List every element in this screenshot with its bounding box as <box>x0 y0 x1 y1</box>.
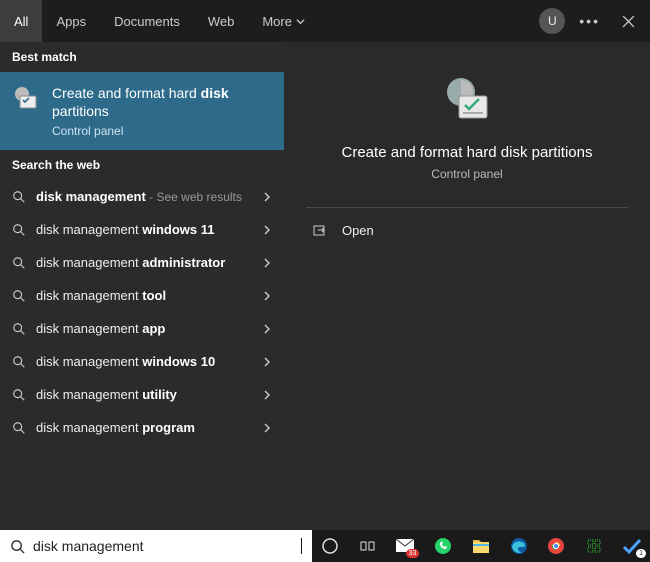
chevron-right-icon <box>262 225 272 235</box>
chrome-icon[interactable] <box>547 536 567 556</box>
chevron-down-icon <box>296 17 305 26</box>
search-icon <box>12 190 26 204</box>
web-result-item[interactable]: disk management windows 10 <box>0 345 284 378</box>
close-button[interactable] <box>614 7 642 35</box>
web-result-text: disk management program <box>36 420 252 435</box>
web-result-text: disk management - See web results <box>36 189 252 204</box>
whatsapp-icon[interactable] <box>433 536 453 556</box>
web-result-text: disk management utility <box>36 387 252 402</box>
search-icon <box>12 322 26 336</box>
disk-partition-icon <box>12 84 40 112</box>
best-match-subtitle: Control panel <box>52 124 272 138</box>
user-avatar[interactable]: U <box>539 8 565 34</box>
web-result-text: disk management administrator <box>36 255 252 270</box>
search-filter-tabs: All Apps Documents Web More U ••• <box>0 0 650 42</box>
disk-partition-icon-large <box>439 72 495 128</box>
search-icon <box>12 388 26 402</box>
task-view-icon[interactable] <box>358 536 378 556</box>
web-result-item[interactable]: disk management windows 11 <box>0 213 284 246</box>
preview-panel: Create and format hard disk partitions C… <box>284 42 650 530</box>
chevron-right-icon <box>262 258 272 268</box>
web-result-item[interactable]: disk management - See web results <box>0 180 284 213</box>
search-input[interactable] <box>33 538 299 554</box>
preview-subtitle: Control panel <box>431 167 502 181</box>
chevron-right-icon <box>262 390 272 400</box>
chevron-right-icon <box>262 324 272 334</box>
app-icon-green[interactable] <box>584 536 604 556</box>
app-icon-check[interactable]: 1 <box>622 536 642 556</box>
chevron-right-icon <box>262 192 272 202</box>
file-explorer-icon[interactable] <box>471 536 491 556</box>
preview-title: Create and format hard disk partitions <box>322 144 613 161</box>
open-action[interactable]: Open <box>306 208 628 252</box>
open-icon <box>312 222 328 238</box>
search-icon <box>12 223 26 237</box>
tab-apps[interactable]: Apps <box>42 0 100 42</box>
chevron-right-icon <box>262 357 272 367</box>
web-result-text: disk management app <box>36 321 252 336</box>
tab-documents[interactable]: Documents <box>100 0 194 42</box>
chevron-right-icon <box>262 291 272 301</box>
web-result-text: disk management tool <box>36 288 252 303</box>
web-result-item[interactable]: disk management program <box>0 411 284 444</box>
text-caret <box>301 538 302 554</box>
mail-icon[interactable]: 33 <box>395 536 415 556</box>
search-icon <box>12 421 26 435</box>
search-icon <box>10 539 25 554</box>
edge-icon[interactable] <box>509 536 529 556</box>
web-result-text: disk management windows 10 <box>36 354 252 369</box>
web-result-item[interactable]: disk management tool <box>0 279 284 312</box>
search-icon <box>12 355 26 369</box>
taskbar: 33 1 <box>312 530 650 562</box>
search-bar[interactable] <box>0 530 312 562</box>
open-label: Open <box>342 223 374 238</box>
web-results-list: disk management - See web results disk ma… <box>0 180 284 530</box>
best-match-result[interactable]: Create and format hard disk partitions C… <box>0 72 284 150</box>
close-icon <box>622 15 635 28</box>
tab-web[interactable]: Web <box>194 0 249 42</box>
web-result-item[interactable]: disk management app <box>0 312 284 345</box>
web-result-item[interactable]: disk management administrator <box>0 246 284 279</box>
best-match-header: Best match <box>0 42 284 72</box>
results-panel: Best match Create and format hard disk p… <box>0 42 284 530</box>
search-web-header: Search the web <box>0 150 284 180</box>
cortana-icon[interactable] <box>320 536 340 556</box>
tab-more[interactable]: More <box>248 0 319 42</box>
web-result-item[interactable]: disk management utility <box>0 378 284 411</box>
tab-all[interactable]: All <box>0 0 42 42</box>
search-icon <box>12 256 26 270</box>
web-result-text: disk management windows 11 <box>36 222 252 237</box>
more-options-button[interactable]: ••• <box>579 13 600 29</box>
chevron-right-icon <box>262 423 272 433</box>
search-icon <box>12 289 26 303</box>
best-match-title: Create and format hard disk partitions <box>52 84 272 120</box>
